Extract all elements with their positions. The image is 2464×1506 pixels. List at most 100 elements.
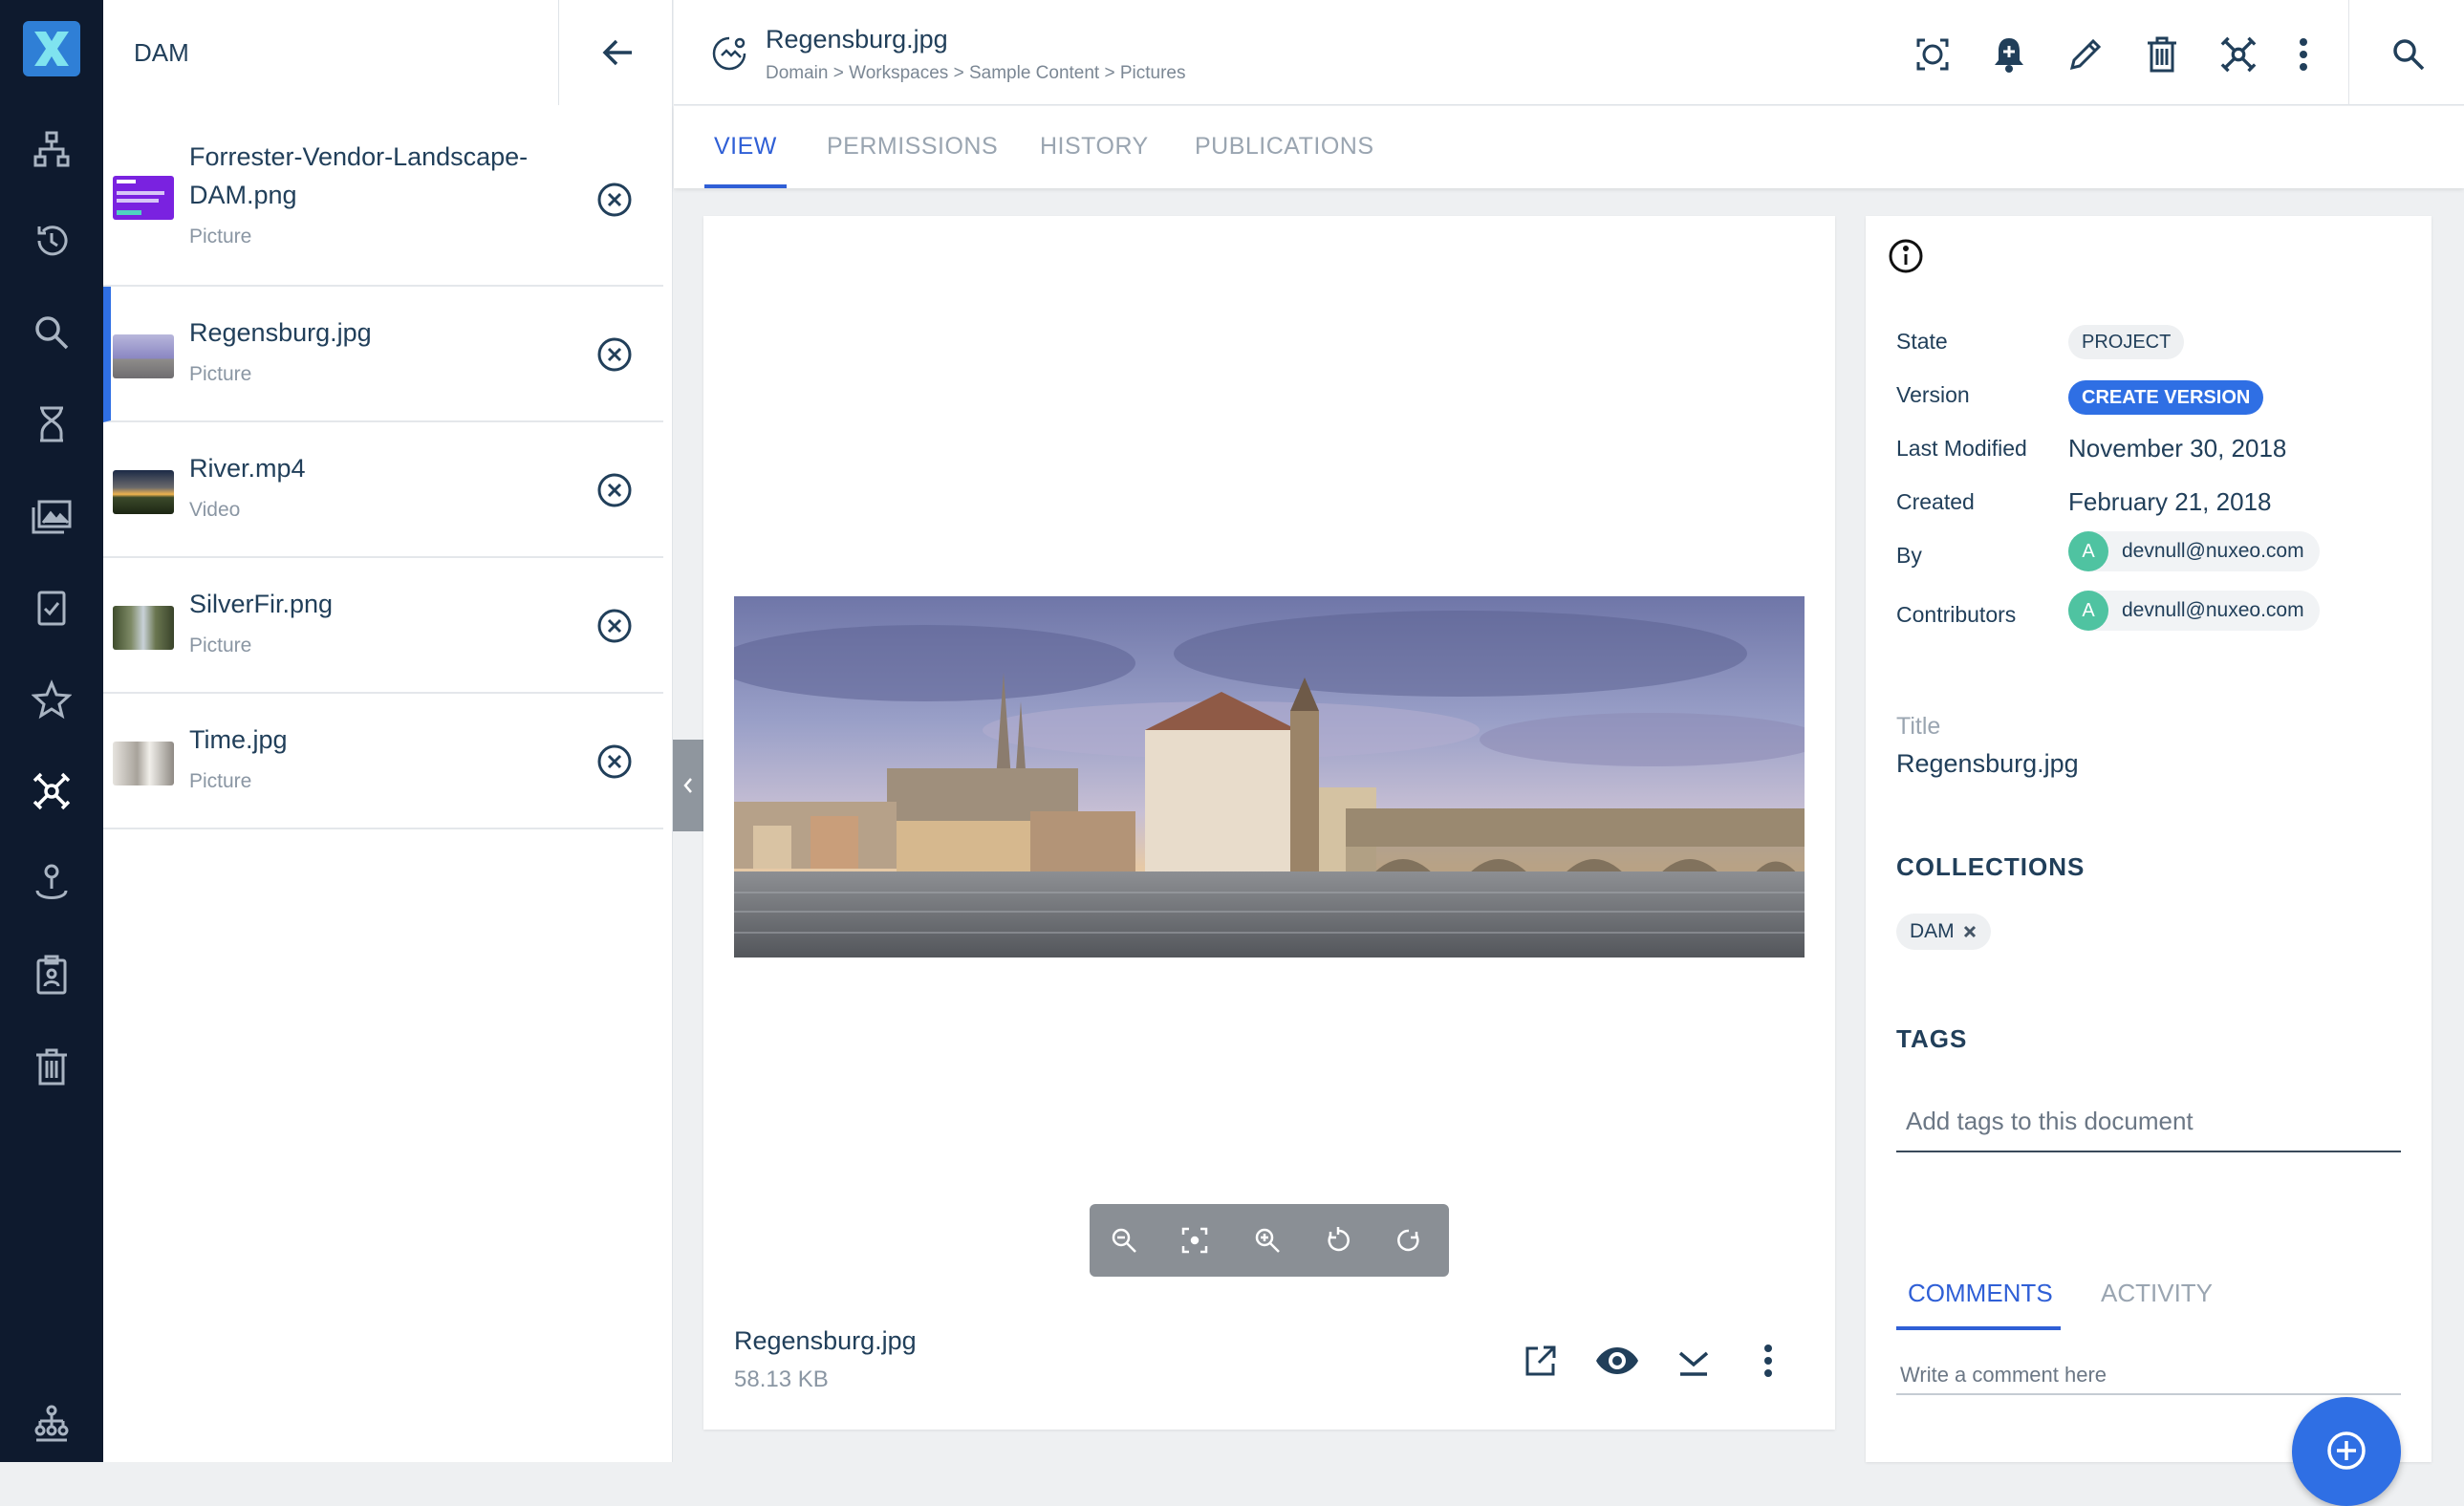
title-label: Title <box>1896 713 1941 740</box>
search-button[interactable] <box>2383 29 2434 80</box>
rotate-right-button[interactable] <box>1390 1221 1428 1259</box>
follow-icon <box>1995 38 2023 73</box>
tab-comments[interactable]: COMMENTS <box>1908 1279 2053 1308</box>
state-badge: PROJECT <box>2068 325 2185 359</box>
remove-from-collection-button[interactable] <box>593 333 637 376</box>
expired-icon[interactable] <box>23 396 80 453</box>
collections-icon[interactable] <box>23 763 80 820</box>
file-size: 58.13 KB <box>734 1366 829 1392</box>
remove-circle-icon <box>597 744 632 779</box>
drawer-title: DAM <box>134 38 189 67</box>
file-more-button[interactable] <box>1743 1336 1793 1386</box>
document-thumbnail <box>113 606 174 650</box>
clipboard-icon[interactable] <box>23 946 80 1003</box>
download-button[interactable] <box>1669 1336 1718 1386</box>
active-tab-indicator <box>704 184 787 188</box>
browse-icon[interactable] <box>23 120 80 178</box>
remove-from-collection-button[interactable] <box>593 604 637 648</box>
zoom-in-icon <box>1255 1228 1280 1253</box>
nuxeo-logo-icon[interactable] <box>23 21 80 76</box>
follow-button[interactable] <box>1983 29 2035 80</box>
document-header: Regensburg.jpg Domain > Workspaces > Sam… <box>674 0 2464 105</box>
fit-button[interactable] <box>1176 1221 1214 1259</box>
document-thumbnail <box>113 334 174 378</box>
remove-icon[interactable] <box>1962 924 1978 939</box>
tab-permissions[interactable]: PERMISSIONS <box>827 133 998 161</box>
remove-from-collection-button[interactable] <box>593 468 637 512</box>
back-button[interactable] <box>594 29 642 76</box>
history-icon[interactable] <box>23 212 80 269</box>
zoom-out-button[interactable] <box>1105 1221 1143 1259</box>
open-external-icon <box>1525 1345 1556 1376</box>
open-external-button[interactable] <box>1516 1336 1566 1386</box>
drawer-collapse-toggle[interactable] <box>673 740 703 831</box>
personal-workspace-icon[interactable] <box>23 854 80 912</box>
list-item[interactable]: River.mp4 Video <box>103 422 663 558</box>
list-item[interactable]: Time.jpg Picture <box>103 694 663 829</box>
favorites-icon[interactable] <box>23 671 80 728</box>
administration-icon[interactable] <box>23 1395 80 1452</box>
remove-circle-icon <box>597 609 632 643</box>
document-name[interactable]: SilverFir.png <box>189 585 333 623</box>
rotate-left-button[interactable] <box>1319 1221 1357 1259</box>
file-name: Regensburg.jpg <box>734 1326 917 1355</box>
delete-button[interactable] <box>2136 29 2188 80</box>
list-item[interactable]: Regensburg.jpg Picture <box>103 287 663 422</box>
info-icon[interactable] <box>1887 237 1925 275</box>
collection-chip[interactable]: DAM <box>1896 914 1991 950</box>
rotate-left-icon <box>1328 1227 1350 1252</box>
remove-circle-icon <box>597 473 632 507</box>
breadcrumb[interactable]: Domain > Workspaces > Sample Content > P… <box>766 63 1186 84</box>
delete-icon <box>2148 36 2176 73</box>
user-email: devnull@nuxeo.com <box>2122 540 2304 562</box>
avatar: A <box>2068 591 2108 631</box>
list-item[interactable]: Forrester-Vendor-Landscape-DAM.png Pictu… <box>103 142 663 287</box>
state-label: State <box>1896 329 1948 354</box>
chevron-left-icon <box>683 778 692 793</box>
tab-activity[interactable]: ACTIVITY <box>2101 1279 2213 1308</box>
more-actions-button[interactable] <box>2278 29 2329 80</box>
trash-icon[interactable] <box>23 1038 80 1095</box>
remove-circle-icon <box>597 183 632 217</box>
version-label: Version <box>1896 382 1970 407</box>
contributor-user[interactable]: A devnull@nuxeo.com <box>2068 591 2320 631</box>
comment-placeholder: Write a comment here <box>1900 1363 2107 1387</box>
document-thumbnail <box>113 742 174 785</box>
document-name[interactable]: Forrester-Vendor-Landscape-DAM.png <box>189 138 572 214</box>
edit-icon <box>2069 38 2102 71</box>
list-item[interactable]: SilverFir.png Picture <box>103 558 663 694</box>
left-rail <box>0 0 103 1462</box>
last-modified-label: Last Modified <box>1896 436 2027 461</box>
tasks-icon[interactable] <box>23 579 80 636</box>
document-name[interactable]: Time.jpg <box>189 721 288 759</box>
preview-button[interactable] <box>1907 29 1958 80</box>
create-document-button[interactable] <box>2292 1397 2401 1506</box>
rotate-right-icon <box>1397 1229 1419 1252</box>
arrow-left-icon <box>602 39 632 66</box>
tab-history[interactable]: HISTORY <box>1040 133 1149 161</box>
add-to-collection-button[interactable] <box>2213 29 2264 80</box>
avatar: A <box>2068 531 2108 571</box>
preview-file-button[interactable] <box>1592 1336 1642 1386</box>
more-icon <box>2300 38 2307 71</box>
remove-from-collection-button[interactable] <box>593 178 637 222</box>
tags-input[interactable]: Add tags to this document <box>1896 1095 2401 1152</box>
tab-publications[interactable]: PUBLICATIONS <box>1195 133 1374 161</box>
zoom-out-icon <box>1112 1228 1136 1253</box>
preview-eye-icon <box>1596 1347 1638 1374</box>
search-icon[interactable] <box>23 304 80 361</box>
zoom-in-button[interactable] <box>1248 1221 1286 1259</box>
remove-from-collection-button[interactable] <box>593 740 637 784</box>
metadata-panel: State PROJECT Version CREATE VERSION Las… <box>1866 216 2432 1462</box>
document-type: Picture <box>189 226 252 247</box>
document-thumbnail <box>113 176 174 220</box>
created-by-user[interactable]: A devnull@nuxeo.com <box>2068 531 2320 571</box>
document-name[interactable]: River.mp4 <box>189 449 306 487</box>
tab-view[interactable]: VIEW <box>714 133 777 161</box>
picture-preview[interactable] <box>734 596 1805 957</box>
pictures-icon[interactable] <box>23 487 80 545</box>
create-version-button[interactable]: CREATE VERSION <box>2068 380 2264 415</box>
document-name[interactable]: Regensburg.jpg <box>189 313 372 352</box>
comment-input[interactable]: Write a comment here <box>1896 1355 2401 1395</box>
edit-button[interactable] <box>2060 29 2111 80</box>
